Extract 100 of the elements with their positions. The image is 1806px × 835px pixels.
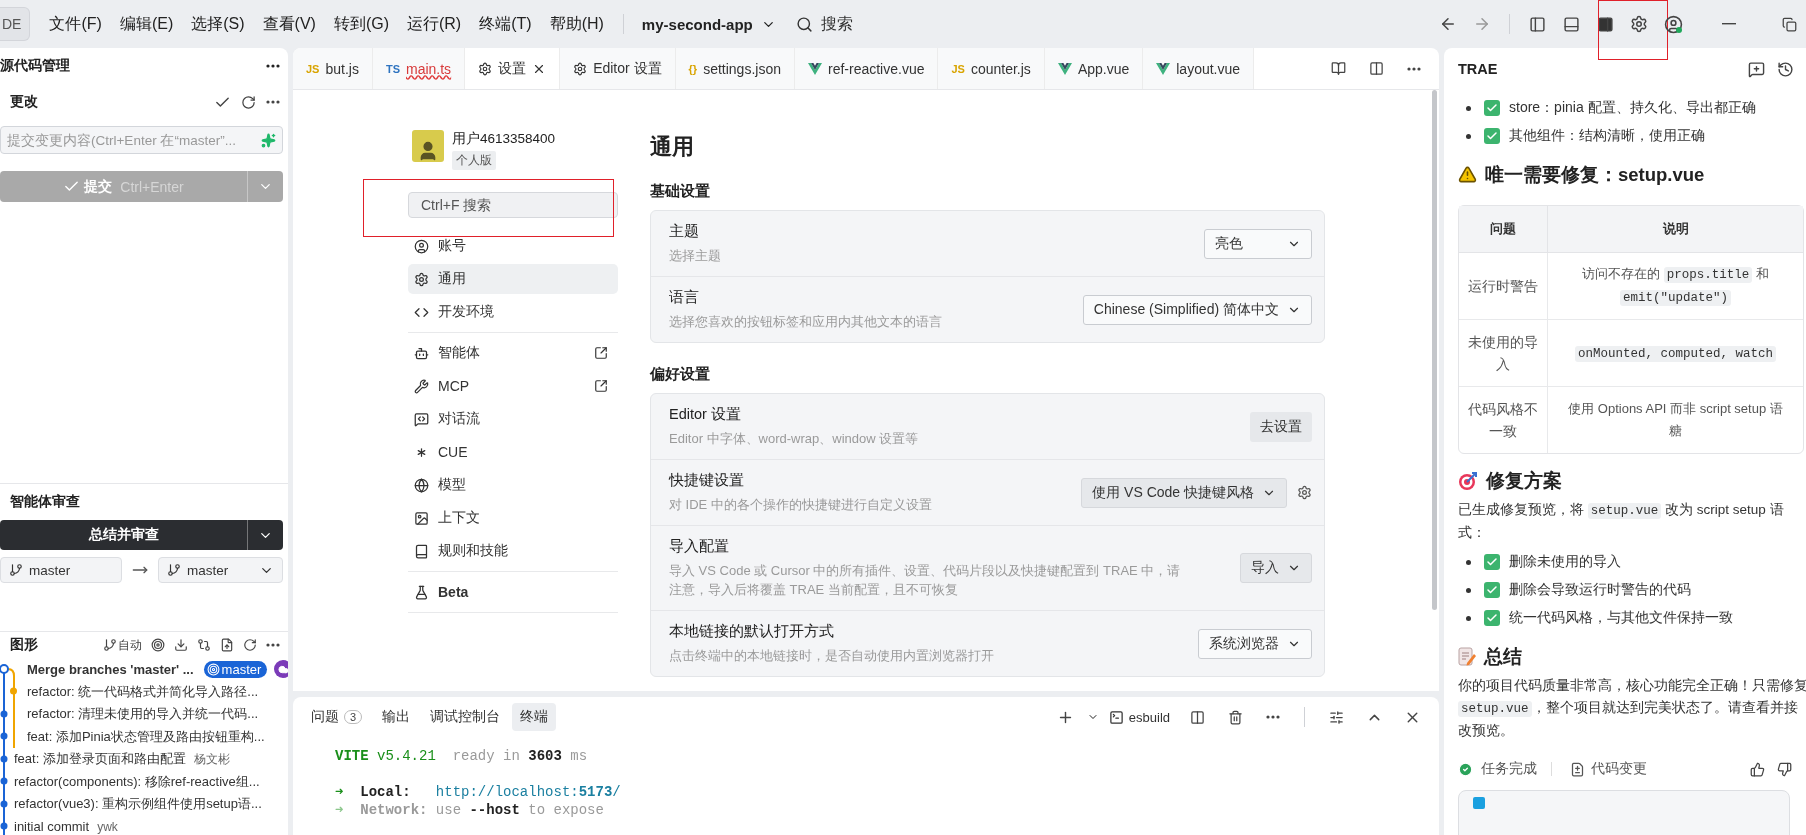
commit-author: 杨文彬 [193, 750, 230, 768]
menu-item[interactable]: 文件(F) [40, 9, 111, 39]
section-title: 智能体审查 [10, 493, 80, 511]
editor-tab[interactable]: TS main.ts [372, 48, 466, 89]
setting-description: 导入 VS Code 或 Cursor 中的所有插件、设置、代码片段以及快捷键配置到 TRAE 中，请注意，导入后将覆盖 TRAE 当前配置，且不可恢复 [669, 562, 1182, 599]
settings-nav-item[interactable]: 账号 [408, 231, 618, 261]
column-header: 说明 [1548, 206, 1803, 253]
editor-tab[interactable]: JS counter.js [938, 48, 1045, 89]
editor-tab[interactable]: Editor 设置 [560, 48, 676, 89]
file-type-label: JS [951, 62, 965, 75]
commit-message[interactable]: refactor: 统一代码格式并简化导入路径... [27, 682, 259, 701]
table-cell: 访问不存在的 props.title 和 emit("update") [1548, 253, 1803, 320]
setting-description: 选择您喜欢的按钮标签和应用内其他文本的语言 [669, 313, 942, 331]
commit-message[interactable]: Merge branches 'master' ... [27, 661, 194, 677]
commit-message[interactable]: feat: 添加登录页面和路由配置 [14, 750, 186, 769]
settings-nav-item[interactable]: Beta [408, 577, 618, 607]
action-button[interactable]: 去设置 [1250, 411, 1312, 442]
settings-nav-item[interactable]: MCP [408, 371, 618, 401]
setting-description: 选择主题 [669, 247, 721, 265]
user-name: 用户4613358400 [452, 130, 556, 148]
terminal-line: VITE v5.4.21 ready in 3603 ms [335, 747, 589, 765]
setting-description: 点击终端中的本地链接时，是否自动使用内置浏览器打开 [669, 647, 994, 665]
commit-message[interactable]: refactor(vue3): 重构示例组件使用setup语... [14, 795, 262, 814]
table-cell: 运行时警告 [1459, 253, 1548, 320]
tab-label: 问题 [311, 708, 339, 726]
setting-description: Editor 中字体、word-wrap、window 设置等 [669, 430, 919, 448]
dropdown[interactable]: 亮色 [1204, 228, 1312, 259]
column-header: 问题 [1459, 206, 1548, 253]
menu-item[interactable]: 终端(T) [470, 9, 541, 39]
file-type-label: JS [306, 62, 320, 75]
table-cell: 代码风格不一致 [1459, 387, 1548, 453]
list-item: store：pinia 配置、持久化、导出都正确 [1509, 99, 1756, 117]
panel-tab[interactable]: 调试控制台 [422, 703, 509, 731]
settings-nav-item[interactable]: CUE [408, 437, 618, 467]
commit-message[interactable]: feat: 添加Pinia状态管理及路由按钮重构... [27, 727, 265, 746]
list-item: 统一代码风格，与其他文件保持一致 [1509, 609, 1733, 627]
editor-tab[interactable]: ref-reactive.vue [795, 48, 939, 89]
dropdown[interactable]: Chinese (Simplified) 简体中文 [1082, 294, 1312, 325]
panel-title: TRAE [1458, 61, 1498, 77]
settings-nav-item[interactable]: 智能体 [408, 338, 618, 368]
menu-item[interactable]: 转到(G) [324, 9, 398, 39]
list-item: 其他组件：结构清晰，使用正确 [1509, 127, 1705, 145]
dropdown[interactable]: 使用 VS Code 快捷键风格 [1081, 477, 1287, 508]
panel-tab[interactable]: 问题 3 [303, 703, 371, 731]
editor-tab[interactable]: layout.vue [1143, 48, 1255, 89]
section-title: 图形 [10, 636, 38, 654]
settings-nav-item[interactable]: 规则和技能 [408, 536, 618, 566]
editor-tab[interactable]: {} settings.json [675, 48, 795, 89]
dropdown[interactable]: 系统浏览器 [1198, 628, 1312, 659]
list-item: 删除会导致运行时警告的代码 [1509, 581, 1691, 599]
menu-item[interactable]: 选择(S) [182, 9, 254, 39]
paragraph: 已生成修复预览，将 setup.vue 改为 script setup 语 式： [1458, 501, 1785, 542]
terminal-profile[interactable]: esbuild [1102, 708, 1176, 726]
dropdown[interactable]: 导入 [1240, 553, 1312, 583]
commit-author: ywk [97, 819, 118, 834]
setting-title: 语言 [669, 288, 700, 307]
commit-message[interactable]: initial commit [14, 819, 90, 835]
profile-name: esbuild [1128, 709, 1170, 725]
commit-message[interactable]: refactor(components): 移除ref-reactive组... [14, 772, 260, 791]
settings-nav-item[interactable]: 对话流 [408, 404, 618, 434]
table-cell: 未使用的导入 [1459, 320, 1548, 387]
status-text: 任务完成 [1481, 760, 1537, 778]
heading: 修复方案 [1486, 469, 1562, 493]
file-type-label: {} [688, 62, 698, 75]
target-branch-select[interactable]: master [158, 557, 283, 583]
section-title: 基础设置 [650, 182, 711, 201]
setting-title: 主题 [669, 222, 700, 241]
settings-nav-item[interactable]: 模型 [408, 470, 618, 500]
project-button[interactable]: my-second-app [633, 11, 784, 37]
table-cell-text: 使用 Options API 而非 script setup 语 糖 [1567, 400, 1784, 440]
page-title: 通用 [650, 133, 695, 161]
auto-label[interactable]: 自动 [118, 636, 142, 654]
app-button[interactable]: DE [0, 7, 31, 41]
setting-title: 导入配置 [669, 537, 730, 556]
settings-nav-item[interactable]: 上下文 [408, 503, 618, 533]
menu-item[interactable]: 编辑(E) [110, 9, 183, 39]
terminal-line: ➜ Network: use --host to expose [335, 801, 605, 819]
search-button[interactable]: 搜索 [783, 9, 865, 39]
commit-message[interactable]: refactor: 清理未使用的导入并统一代码... [27, 705, 259, 724]
plan-tag: 个人版 [452, 151, 496, 170]
section-title: 偏好设置 [650, 365, 711, 384]
setting-description: 对 IDE 中的各个操作的快捷键进行自定义设置 [669, 496, 932, 514]
list-item: 删除未使用的导入 [1509, 553, 1621, 571]
menu-item[interactable]: 运行(R) [398, 9, 471, 39]
table-cell: onMounted, computed, watch [1548, 320, 1803, 387]
settings-nav-item[interactable]: 通用 [408, 264, 618, 294]
editor-tab[interactable]: JS but.js [293, 48, 373, 89]
editor-tab[interactable]: App.vue [1044, 48, 1144, 89]
source-branch-field[interactable]: master [0, 557, 122, 583]
settings-nav-item[interactable]: 开发环境 [408, 297, 618, 327]
review-button[interactable]: 总结并审查 [0, 520, 247, 550]
panel-tab[interactable]: 输出 [374, 703, 419, 731]
panel-tab[interactable]: 终端 [512, 703, 557, 731]
settings-search-field[interactable]: Ctrl+F 搜索 [408, 192, 618, 218]
branch-name: master [221, 661, 262, 677]
menu-item[interactable]: 帮助(H) [540, 9, 613, 39]
tab-label: 调试控制台 [430, 708, 501, 726]
menu-item[interactable]: 查看(V) [253, 9, 325, 39]
code-changes-button[interactable]: 代码变更 [1566, 760, 1651, 778]
commit-message-field[interactable]: 提交变更内容(Ctrl+Enter 在“master”... [0, 126, 283, 154]
